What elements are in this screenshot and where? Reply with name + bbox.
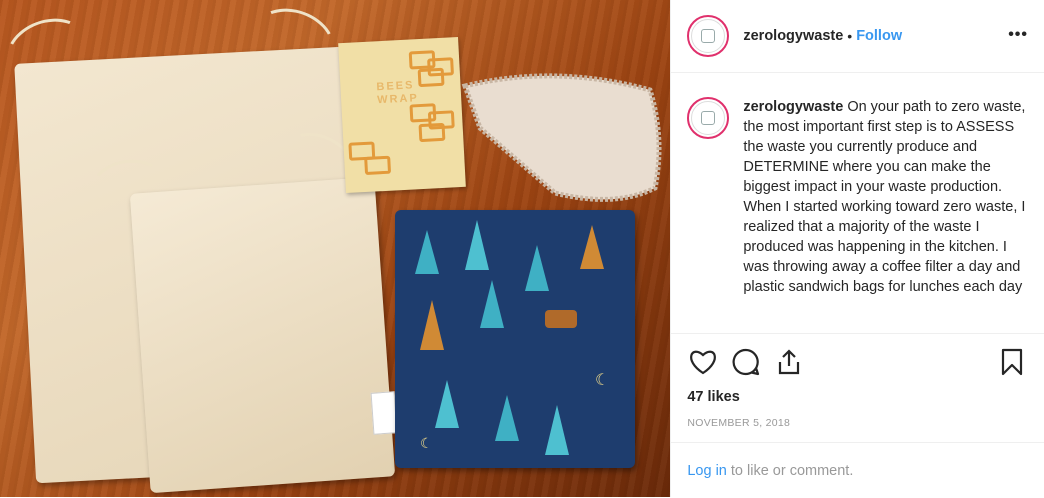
tree-pattern [465, 220, 489, 270]
comment-icon[interactable] [730, 346, 762, 378]
cotton-bag-small [129, 176, 396, 494]
avatar[interactable] [687, 97, 730, 139]
share-icon[interactable] [773, 346, 805, 378]
reusable-sandwich-pouch: ☾ ☾ [395, 210, 635, 468]
moon-icon: ☾ [595, 372, 610, 389]
instagram-post: BEES WRAP ☾ ☾ zerologywaste • Follow •••… [0, 0, 1044, 497]
tree-pattern [420, 300, 444, 350]
login-suffix: to like or comment. [730, 462, 854, 479]
tree-pattern [415, 230, 439, 274]
caption-paragraph: When I started working toward zero waste… [743, 199, 1026, 295]
separator-dot: • [847, 28, 853, 44]
profile-logo-icon [691, 101, 726, 135]
post-actions: 47 likes NOVEMBER 5, 2018 Log in to like… [671, 333, 1044, 498]
post-side-panel: zerologywaste • Follow ••• zerologywaste… [670, 0, 1044, 497]
coffee-filter [461, 73, 662, 202]
action-bar [671, 334, 1044, 389]
bag-tag [370, 391, 398, 435]
likes-count[interactable]: 47 likes [671, 389, 1044, 405]
profile-logo-icon [691, 19, 726, 53]
tree-pattern [480, 280, 504, 328]
caption-text: zerologywaste On your path to zero waste… [743, 97, 1036, 330]
login-link[interactable]: Log in [687, 463, 727, 479]
caption: zerologywaste On your path to zero waste… [687, 97, 1036, 330]
avatar[interactable] [687, 15, 730, 57]
heart-icon[interactable] [687, 346, 719, 378]
tree-pattern [525, 245, 549, 291]
tree-pattern [435, 380, 459, 428]
wrap-brand-text: BEES WRAP [376, 79, 420, 107]
caption-username-link[interactable]: zerologywaste [743, 99, 843, 115]
username-link[interactable]: zerologywaste [743, 28, 843, 44]
login-prompt: Log in to like or comment. [671, 442, 1044, 498]
more-options-icon[interactable]: ••• [1008, 26, 1028, 44]
moon-icon: ☾ [420, 435, 433, 451]
tree-pattern [495, 395, 519, 441]
moose-pattern [545, 310, 577, 328]
bookmark-icon[interactable] [996, 346, 1028, 378]
post-date: NOVEMBER 5, 2018 [687, 417, 791, 429]
follow-button[interactable]: Follow [856, 28, 902, 44]
honeycomb-pattern [364, 155, 392, 176]
post-header: zerologywaste • Follow ••• [671, 0, 1044, 73]
tree-pattern [545, 405, 569, 455]
post-photo[interactable]: BEES WRAP ☾ ☾ [0, 0, 671, 497]
honeycomb-pattern [418, 122, 446, 143]
tree-pattern [580, 225, 604, 269]
beeswax-wrap: BEES WRAP [338, 36, 466, 194]
